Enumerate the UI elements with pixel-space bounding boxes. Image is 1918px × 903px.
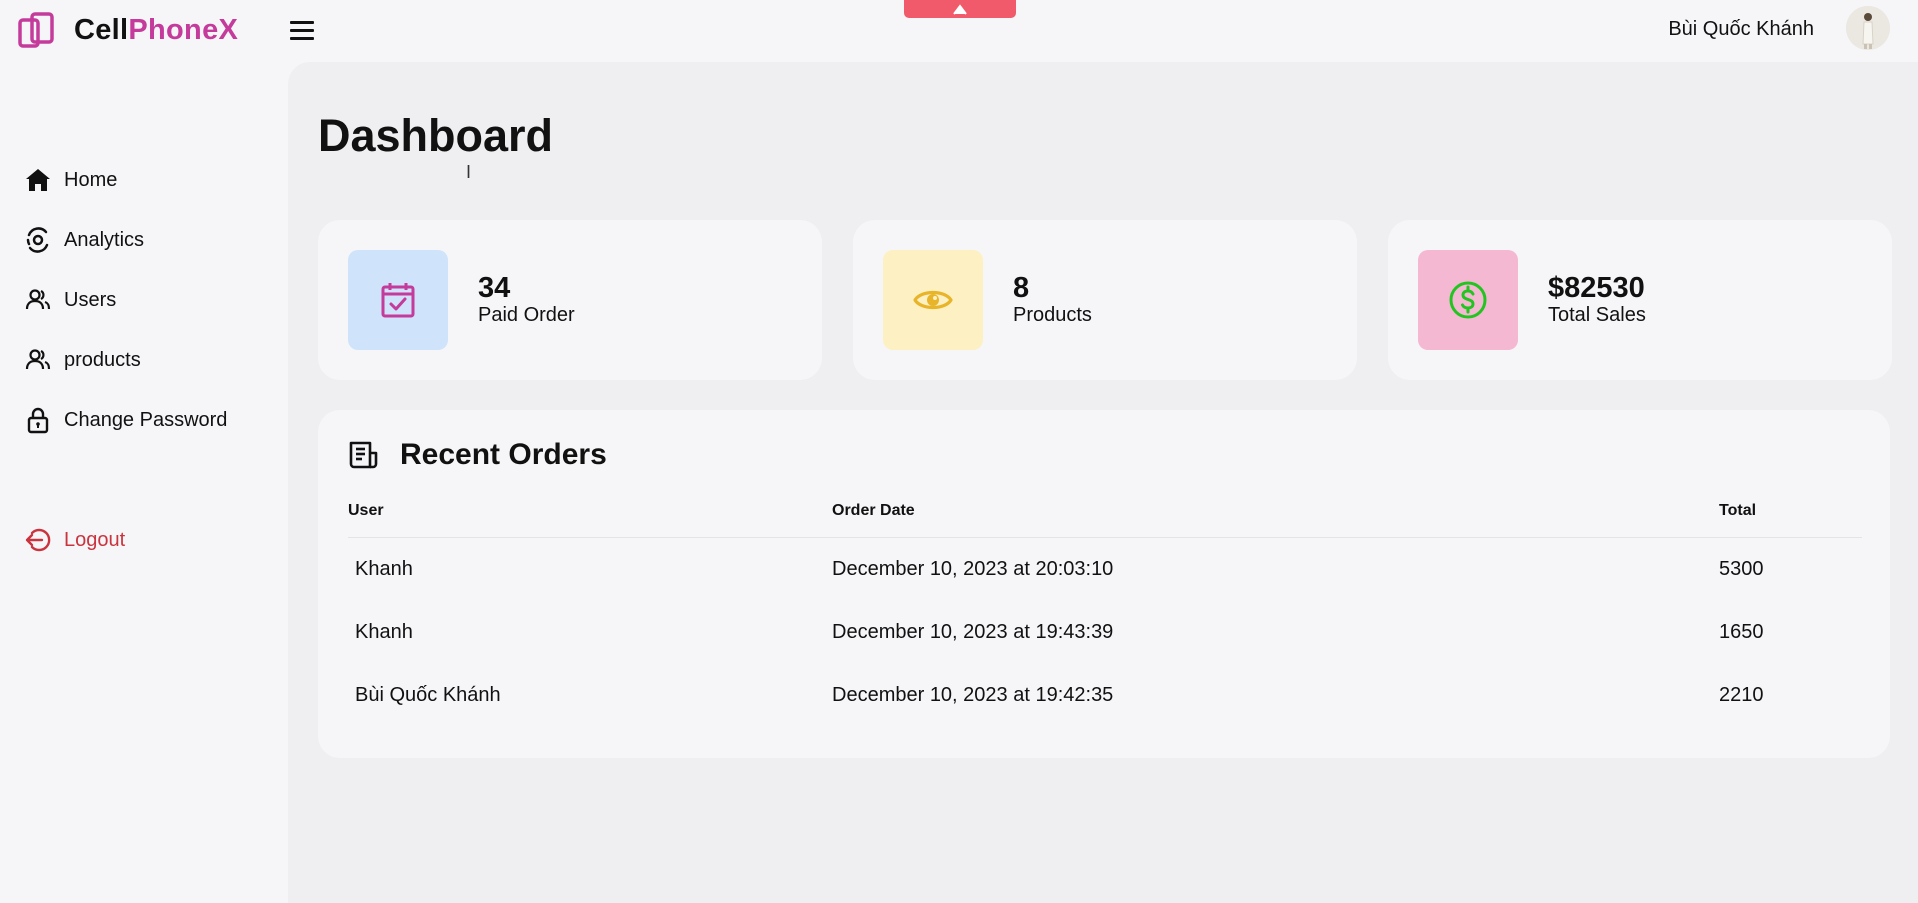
cell-total: 5300 (1719, 558, 1764, 580)
logout-button[interactable]: Logout (24, 525, 125, 555)
sidebar: Home Analytics Users products Change Pas… (0, 62, 288, 903)
logo-icon (18, 12, 54, 48)
analytics-icon (26, 227, 49, 253)
page-title: Dashboard (318, 110, 554, 161)
card-icon-box (348, 250, 448, 350)
card-label: Paid Order (478, 304, 575, 326)
brand-name-part1: Cell (74, 13, 129, 46)
card-value: 8 (1013, 272, 1030, 304)
home-icon (26, 169, 50, 191)
dollar-icon (1449, 281, 1487, 319)
hamburger-menu-icon[interactable] (290, 16, 318, 44)
stat-card-total-sales: $82530 Total Sales (1388, 220, 1892, 380)
top-bar: CellPhoneX Bùi Quốc Khánh (0, 0, 1918, 62)
text-cursor-icon: I (466, 162, 472, 182)
sidebar-item-change-password[interactable]: Change Password (24, 405, 227, 435)
table-divider (348, 537, 1862, 538)
column-header-total: Total (1719, 502, 1757, 519)
column-header-user: User (348, 502, 384, 519)
cell-order-date: December 10, 2023 at 19:42:35 (832, 684, 1114, 706)
cell-order-date: December 10, 2023 at 20:03:10 (832, 558, 1114, 580)
header-user-name[interactable]: Bùi Quốc Khánh (1668, 18, 1814, 41)
sidebar-item-home[interactable]: Home (24, 165, 117, 195)
users-icon (25, 289, 51, 310)
main-content: Dashboard I 34 Paid Order 8 Products $82… (288, 62, 1918, 903)
sidebar-item-label: Change Password (64, 408, 228, 431)
recent-orders-title: Recent Orders (400, 438, 607, 471)
sidebar-item-label: Home (64, 168, 118, 191)
cell-user: Khanh (355, 558, 413, 580)
brand-name-part2: PhoneX (128, 13, 239, 46)
receipt-icon (349, 441, 378, 469)
avatar-image (1846, 6, 1890, 50)
card-icon-box (1418, 250, 1518, 350)
card-value: 34 (478, 272, 511, 304)
top-tab-handle[interactable] (904, 0, 1016, 18)
logout-icon (25, 528, 51, 552)
card-icon-box (883, 250, 983, 350)
cell-total: 2210 (1719, 684, 1764, 706)
sidebar-item-products[interactable]: products (24, 345, 141, 375)
sidebar-item-analytics[interactable]: Analytics (24, 225, 144, 255)
column-header-order-date: Order Date (832, 502, 915, 519)
cell-total: 1650 (1719, 621, 1764, 643)
sidebar-item-label: products (64, 348, 141, 371)
logout-label: Logout (64, 528, 126, 551)
stat-card-paid-order: 34 Paid Order (318, 220, 822, 380)
sidebar-item-label: Analytics (64, 228, 145, 251)
sidebar-item-users[interactable]: Users (24, 285, 116, 315)
card-value: $82530 (1548, 272, 1645, 304)
recent-orders-header: Recent Orders (348, 438, 607, 472)
lock-icon (27, 407, 49, 434)
brand-name: CellPhoneX (74, 14, 238, 47)
products-icon (25, 349, 51, 370)
chevron-up-icon (953, 4, 967, 15)
recent-orders-panel: Recent Orders User Order Date Total Khan… (318, 410, 1890, 758)
cell-order-date: December 10, 2023 at 19:43:39 (832, 621, 1114, 643)
avatar[interactable] (1846, 6, 1890, 50)
brand-logo[interactable]: CellPhoneX (18, 12, 238, 48)
calendar-check-icon (381, 283, 415, 318)
cell-user: Bùi Quốc Khánh (355, 684, 501, 706)
sidebar-item-label: Users (64, 288, 117, 311)
eye-icon (913, 290, 953, 310)
stat-card-products: 8 Products (853, 220, 1357, 380)
cell-user: Khanh (355, 621, 413, 643)
card-label: Total Sales (1548, 304, 1646, 326)
card-label: Products (1013, 304, 1092, 326)
